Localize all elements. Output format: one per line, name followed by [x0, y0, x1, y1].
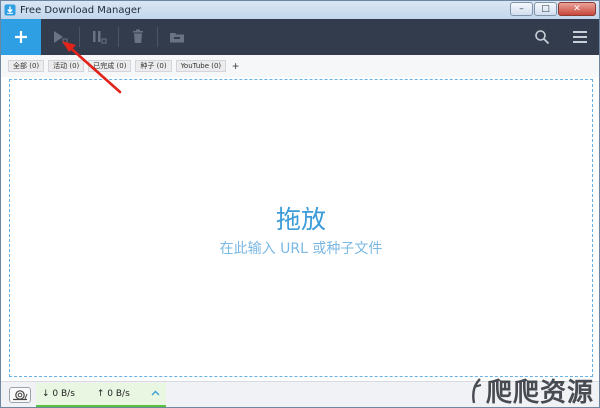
main-toolbar	[1, 19, 599, 55]
tab-active[interactable]: 活动 (0)	[48, 60, 85, 72]
drop-subtitle: 在此输入 URL 或种子文件	[219, 241, 383, 257]
drop-zone[interactable]: 拖放 在此输入 URL 或种子文件	[9, 79, 593, 377]
plus-icon	[15, 31, 27, 43]
delete-button[interactable]	[119, 19, 157, 55]
pause-icon	[93, 31, 107, 44]
filter-tabs: 全部 (0) 活动 (0) 已完成 (0) 种子 (0) YouTube (0)…	[1, 55, 599, 77]
drop-title: 拖放	[275, 205, 326, 234]
trash-icon	[133, 29, 143, 43]
folder-icon	[170, 33, 184, 43]
upload-speed: ↑ 0 B/s	[96, 389, 130, 399]
window-controls: – □ ✕	[510, 2, 596, 16]
play-icon	[54, 31, 68, 44]
pause-button[interactable]	[80, 19, 118, 55]
search-button[interactable]	[523, 19, 561, 55]
speed-panel[interactable]: ↓ 0 B/s ↑ 0 B/s	[36, 383, 166, 407]
downloads-area: 拖放 在此输入 URL 或种子文件	[1, 77, 599, 381]
tab-youtube[interactable]: YouTube (0)	[175, 60, 227, 72]
snail-icon	[13, 389, 28, 400]
watermark-mark-icon	[472, 377, 482, 403]
watermark-text: 爬爬资源	[485, 378, 594, 408]
toolbar-right-group	[523, 19, 599, 55]
window-title: Free Download Manager	[20, 4, 142, 16]
search-icon	[535, 30, 550, 45]
watermark-logo: 爬爬资源	[468, 372, 594, 408]
download-speed: ↓ 0 B/s	[42, 389, 75, 399]
tab-torrents[interactable]: 种子 (0)	[135, 60, 172, 72]
add-tab-button[interactable]: +	[232, 60, 239, 72]
minimize-button[interactable]: –	[510, 2, 533, 16]
menu-button[interactable]	[561, 19, 599, 55]
start-button[interactable]	[41, 19, 79, 55]
title-bar: Free Download Manager – □ ✕	[1, 1, 599, 19]
app-logo-icon	[4, 4, 16, 16]
app-window: Free Download Manager – □ ✕ 全部 (0) 活动 (0…	[0, 0, 600, 408]
tab-all[interactable]: 全部 (0)	[8, 60, 45, 72]
maximize-button[interactable]: □	[534, 2, 557, 16]
hamburger-icon	[573, 31, 587, 43]
speed-mode-button[interactable]	[9, 386, 31, 403]
move-button[interactable]	[158, 19, 196, 55]
chevron-up-icon	[151, 390, 160, 396]
close-button[interactable]: ✕	[558, 2, 596, 16]
tab-completed[interactable]: 已完成 (0)	[88, 60, 132, 72]
add-download-button[interactable]	[1, 19, 41, 55]
